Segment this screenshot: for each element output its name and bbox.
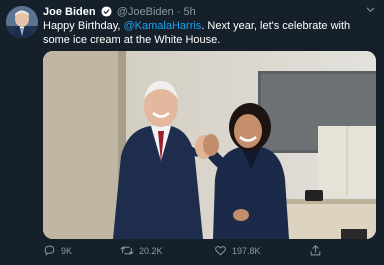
author-name[interactable]: Joe Biden: [43, 6, 96, 18]
tweet-text-start: Happy Birthday,: [43, 20, 124, 32]
separator-dot: ·: [176, 6, 181, 18]
reply-count: 9K: [61, 245, 73, 256]
avatar[interactable]: [6, 6, 38, 38]
reply-icon: [43, 244, 56, 257]
tweet-text: Happy Birthday, @KamalaHarris. Next year…: [43, 19, 378, 47]
like-button[interactable]: 197.8K: [214, 244, 261, 257]
tweet-header: Joe Biden @JoeBiden · 5h: [43, 6, 196, 20]
chevron-down-icon[interactable]: [365, 4, 376, 18]
mention-link[interactable]: @KamalaHarris: [124, 20, 202, 32]
action-bar: 9K 20.2K 197.8K: [43, 244, 373, 260]
share-icon: [309, 244, 322, 257]
like-icon: [214, 244, 227, 257]
share-button[interactable]: [309, 244, 322, 257]
timestamp[interactable]: 5h: [184, 6, 196, 18]
tweet-photo[interactable]: [43, 51, 376, 239]
like-count: 197.8K: [232, 245, 261, 256]
photo-illustration: [43, 51, 376, 239]
retweet-button[interactable]: 20.2K: [120, 244, 163, 257]
tweet[interactable]: Joe Biden @JoeBiden · 5h Happy Birthday,…: [0, 0, 384, 265]
reply-button[interactable]: 9K: [43, 244, 72, 257]
retweet-icon: [120, 244, 134, 257]
avatar-image: [6, 6, 38, 38]
retweet-count: 20.2K: [139, 245, 163, 256]
author-handle[interactable]: @JoeBiden: [117, 6, 174, 18]
verified-icon: [101, 6, 112, 20]
